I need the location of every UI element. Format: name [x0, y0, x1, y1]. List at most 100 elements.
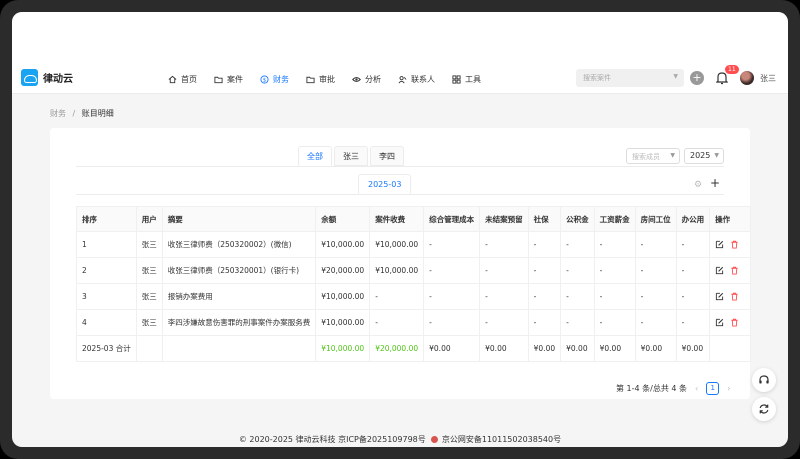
table-cell: 2	[76, 257, 137, 284]
table-cell: -	[369, 309, 425, 336]
table-cell: -	[560, 309, 595, 336]
summary-cell: ¥0.00	[423, 335, 481, 362]
breadcrumb-parent[interactable]: 财务	[50, 109, 66, 118]
table-cell: 报销办案费用	[161, 283, 317, 310]
column-header[interactable]: 未结案预留	[479, 206, 529, 232]
menu-item-approval[interactable]: 审批	[306, 74, 335, 85]
menu-item-home[interactable]: 首页	[168, 74, 197, 85]
menu-item-label: 分析	[365, 74, 381, 84]
column-header[interactable]: 房间工位	[634, 206, 677, 232]
user-name[interactable]: 张三	[760, 73, 776, 84]
avatar[interactable]	[740, 71, 754, 85]
app-logo[interactable]: 律动云	[21, 69, 73, 86]
case-search-input[interactable]: 搜索案件 ▼	[576, 69, 684, 87]
table-row[interactable]: 1 张三 收张三律师费（250320002）(微信) ¥10,000.00 ¥10,00…	[76, 231, 752, 258]
edit-icon[interactable]	[715, 240, 724, 249]
menu-item-contacts[interactable]: 联系人	[398, 74, 435, 85]
table-cell: ¥10,000.00	[315, 231, 371, 258]
ledger-table: 排序 用户 摘要 余额 案件收费 综合管理成本 未结案预留 社保 公积金 工资薪…	[76, 206, 752, 362]
table-cell: -	[593, 257, 636, 284]
column-header[interactable]: 社保	[527, 206, 562, 232]
edit-icon[interactable]	[715, 266, 724, 275]
footer-police[interactable]: 京公网安备11011502038540号	[442, 435, 561, 444]
table-cell: -	[527, 231, 562, 258]
trash-icon[interactable]	[730, 318, 739, 327]
page-number[interactable]: 1	[706, 382, 720, 395]
table-row[interactable]: 4 张三 李四涉嫌故意伤害罪的刑事案件办案服务费 ¥10,000.00- - - - - - - -	[76, 309, 752, 336]
column-header[interactable]: 公积金	[560, 206, 595, 232]
support-button[interactable]	[752, 368, 776, 392]
table-cell: -	[634, 283, 677, 310]
table-body: 1 张三 收张三律师费（250320002）(微信) ¥10,000.00 ¥10,00…	[76, 231, 752, 362]
footer-copyright[interactable]: © 2020-2025 律动云科技 京ICP备2025109798号	[239, 435, 426, 444]
column-header[interactable]: 余额	[315, 206, 371, 232]
tab-lisi[interactable]: 李四	[370, 146, 404, 166]
menu-item-cases[interactable]: 案件	[214, 74, 243, 85]
svg-text:$: $	[263, 77, 266, 83]
summary-cell	[161, 335, 317, 362]
table-cell: -	[675, 231, 711, 258]
tab-zhangsan[interactable]: 张三	[334, 146, 368, 166]
table-cell: -	[634, 257, 677, 284]
next-page-icon[interactable]: ›	[727, 384, 730, 393]
table-cell: -	[675, 257, 711, 284]
column-header[interactable]: 工资薪金	[593, 206, 636, 232]
table-cell: -	[479, 231, 529, 258]
row-actions	[709, 231, 752, 258]
menu-item-label: 首页	[181, 74, 197, 84]
column-header[interactable]: 用户	[135, 206, 163, 232]
month-tabs-divider	[76, 194, 724, 195]
top-blank-area	[12, 12, 788, 64]
edit-icon[interactable]	[715, 292, 724, 301]
column-header[interactable]: 办公用	[675, 206, 711, 232]
menu-item-analysis[interactable]: 分析	[352, 74, 381, 85]
refresh-button[interactable]	[752, 397, 776, 421]
chevron-down-icon: ▼	[670, 152, 675, 159]
table-cell: -	[423, 309, 481, 336]
gear-icon[interactable]: ⚙	[694, 180, 702, 190]
folder-icon	[214, 76, 223, 83]
column-header[interactable]: 排序	[76, 206, 137, 232]
table-cell: -	[593, 283, 636, 310]
table-summary-row: 2025-03 合计 ¥10,000.00 ¥20,000.00 ¥0.00 ¥0.00…	[76, 335, 752, 362]
app-name: 律动云	[43, 74, 73, 85]
breadcrumb-current: 账目明细	[81, 109, 114, 118]
table-cell: 张三	[135, 283, 163, 310]
trash-icon[interactable]	[730, 266, 739, 275]
chevron-down-icon: ▼	[673, 73, 678, 80]
menu-item-label: 财务	[273, 74, 289, 84]
menu-item-tools[interactable]: 工具	[452, 74, 481, 85]
ledger-card: 全部 张三 李四 搜索成员 ▼ 2025 ▼ 2025-03 ⚙ + 排序 用户…	[50, 128, 752, 399]
column-header[interactable]: 综合管理成本	[423, 206, 481, 232]
table-cell: ¥10,000.00	[369, 231, 425, 258]
member-search-select[interactable]: 搜索成员 ▼	[626, 148, 680, 164]
menu-item-label: 案件	[227, 74, 243, 84]
table-cell: -	[560, 283, 595, 310]
tab-all[interactable]: 全部	[298, 146, 332, 166]
table-row[interactable]: 2 张三 收张三律师费（250320001）(银行卡) ¥20,000.00 ¥10,0…	[76, 257, 752, 284]
police-emblem-icon	[431, 436, 439, 443]
member-search-placeholder: 搜索成员	[632, 153, 660, 161]
table-cell: -	[527, 283, 562, 310]
trash-icon[interactable]	[730, 292, 739, 301]
table-cell: -	[423, 283, 481, 310]
table-row[interactable]: 3 张三 报销办案费用 ¥10,000.00- - - - - - - -	[76, 283, 752, 310]
table-cell: 1	[76, 231, 137, 258]
add-circle-icon[interactable]: +	[690, 71, 704, 85]
edit-icon[interactable]	[715, 318, 724, 327]
table-cell: -	[634, 309, 677, 336]
add-icon[interactable]: +	[710, 176, 720, 190]
tab-month[interactable]: 2025-03	[358, 174, 412, 194]
column-header[interactable]: 摘要	[161, 206, 317, 232]
year-select[interactable]: 2025 ▼	[684, 148, 724, 164]
prev-page-icon[interactable]: ‹	[695, 384, 698, 393]
summary-cell: ¥10,000.00	[315, 335, 371, 362]
main-menu: 首页 案件 $ 财务 审批 分析 联系人 工具	[168, 64, 498, 94]
table-cell: -	[527, 309, 562, 336]
column-header[interactable]: 案件收费	[369, 206, 425, 232]
summary-cell: ¥0.00	[560, 335, 595, 362]
trash-icon[interactable]	[730, 240, 739, 249]
table-cell: ¥10,000.00	[315, 309, 371, 336]
menu-item-finance[interactable]: $ 财务	[260, 74, 289, 85]
table-cell: -	[423, 257, 481, 284]
